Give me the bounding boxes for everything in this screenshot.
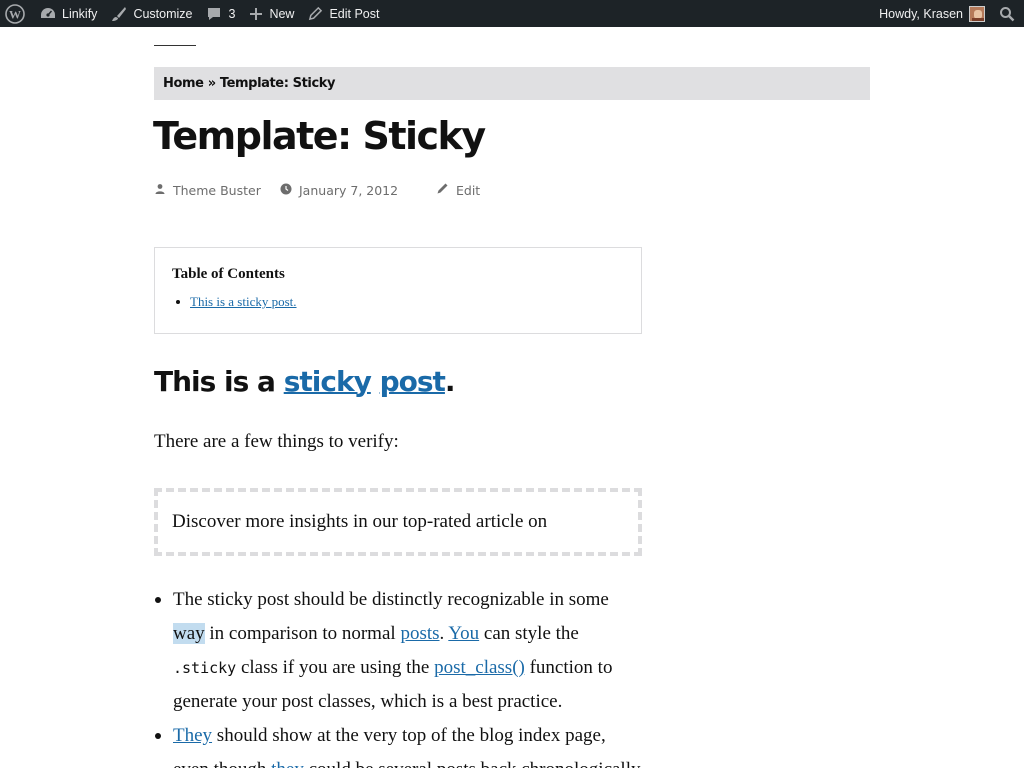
they-link[interactable]: They [173,725,212,746]
comment-bubble-icon [206,6,222,22]
edit-post-link[interactable]: Edit Post [301,0,386,27]
section-heading: This is a sticky post. [154,362,456,402]
table-of-contents: Table of Contents This is a sticky post. [154,247,642,334]
new-content-menu[interactable]: New [242,0,301,27]
person-icon [154,183,173,198]
post-edit: Edit [436,182,480,198]
toc-link[interactable]: This is a sticky post. [190,294,297,310]
list-item: The sticky post should be distinctly rec… [154,583,644,719]
highlighted-word: way [173,622,205,644]
admin-bar-right: Howdy, Krasen [872,0,1024,27]
search-icon [999,6,1015,22]
page-title: Template: Sticky [153,114,486,158]
post-class-link[interactable]: post_class() [434,657,525,678]
heading-link-post[interactable]: post [380,365,446,398]
pencil-icon [308,6,323,21]
you-link[interactable]: You [448,623,479,644]
author-link[interactable]: Theme Buster [173,183,261,198]
toc-title: Table of Contents [172,266,285,282]
posts-link[interactable]: posts [400,623,439,644]
promo-text: Discover more insights in our top-rated … [172,511,548,532]
customize-label: Customize [133,6,193,21]
paintbrush-icon [111,6,127,22]
sticky-code: .sticky [173,658,237,677]
breadcrumb-separator: » [207,76,216,91]
breadcrumb: Home » Template: Sticky [154,67,870,100]
edit-pencil-icon [436,182,456,198]
customize-link[interactable]: Customize [104,0,199,27]
new-label: New [269,6,295,21]
account-menu[interactable]: Howdy, Krasen [872,0,992,27]
edit-link[interactable]: Edit [456,183,480,198]
search-button[interactable] [992,0,1024,27]
howdy-text: Howdy, Krasen [879,6,963,21]
comments-count: 3 [228,6,236,21]
breadcrumb-current: Template: Sticky [219,76,336,91]
svg-text:W: W [9,7,21,21]
dashboard-icon [40,6,56,22]
breadcrumb-home-link[interactable]: Home [163,76,204,91]
post-meta: Theme Buster January 7, 2012 Edit [154,181,480,199]
heading-period: . [444,365,456,398]
wordpress-logo-icon: W [5,3,25,24]
header-separator [154,45,196,46]
content-list: The sticky post should be distinctly rec… [154,583,644,768]
post-date: January 7, 2012 [280,183,436,198]
list-item: They should show at the very top of the … [154,719,644,768]
promo-box: Discover more insights in our top-rated … [154,488,642,556]
plus-icon [249,7,263,21]
admin-bar: W Linkify Customize 3 New Edit Post Howd… [0,0,1024,27]
wordpress-menu[interactable]: W [0,0,33,27]
they-link-2[interactable]: they [271,759,304,768]
heading-text: This is a [154,365,284,398]
clock-icon [280,183,299,198]
site-name-menu[interactable]: Linkify [33,0,104,27]
admin-bar-left: W Linkify Customize 3 New Edit Post [0,0,386,27]
avatar [969,5,985,22]
toc-list: This is a sticky post. [172,294,624,310]
intro-paragraph: There are a few things to verify: [154,431,399,452]
heading-link-sticky[interactable]: sticky [284,365,372,398]
toc-item: This is a sticky post. [172,294,624,310]
edit-post-label: Edit Post [329,6,380,21]
site-name: Linkify [62,6,98,21]
post-author: Theme Buster [154,183,280,198]
comments-link[interactable]: 3 [199,0,242,27]
date-link[interactable]: January 7, 2012 [299,183,398,198]
